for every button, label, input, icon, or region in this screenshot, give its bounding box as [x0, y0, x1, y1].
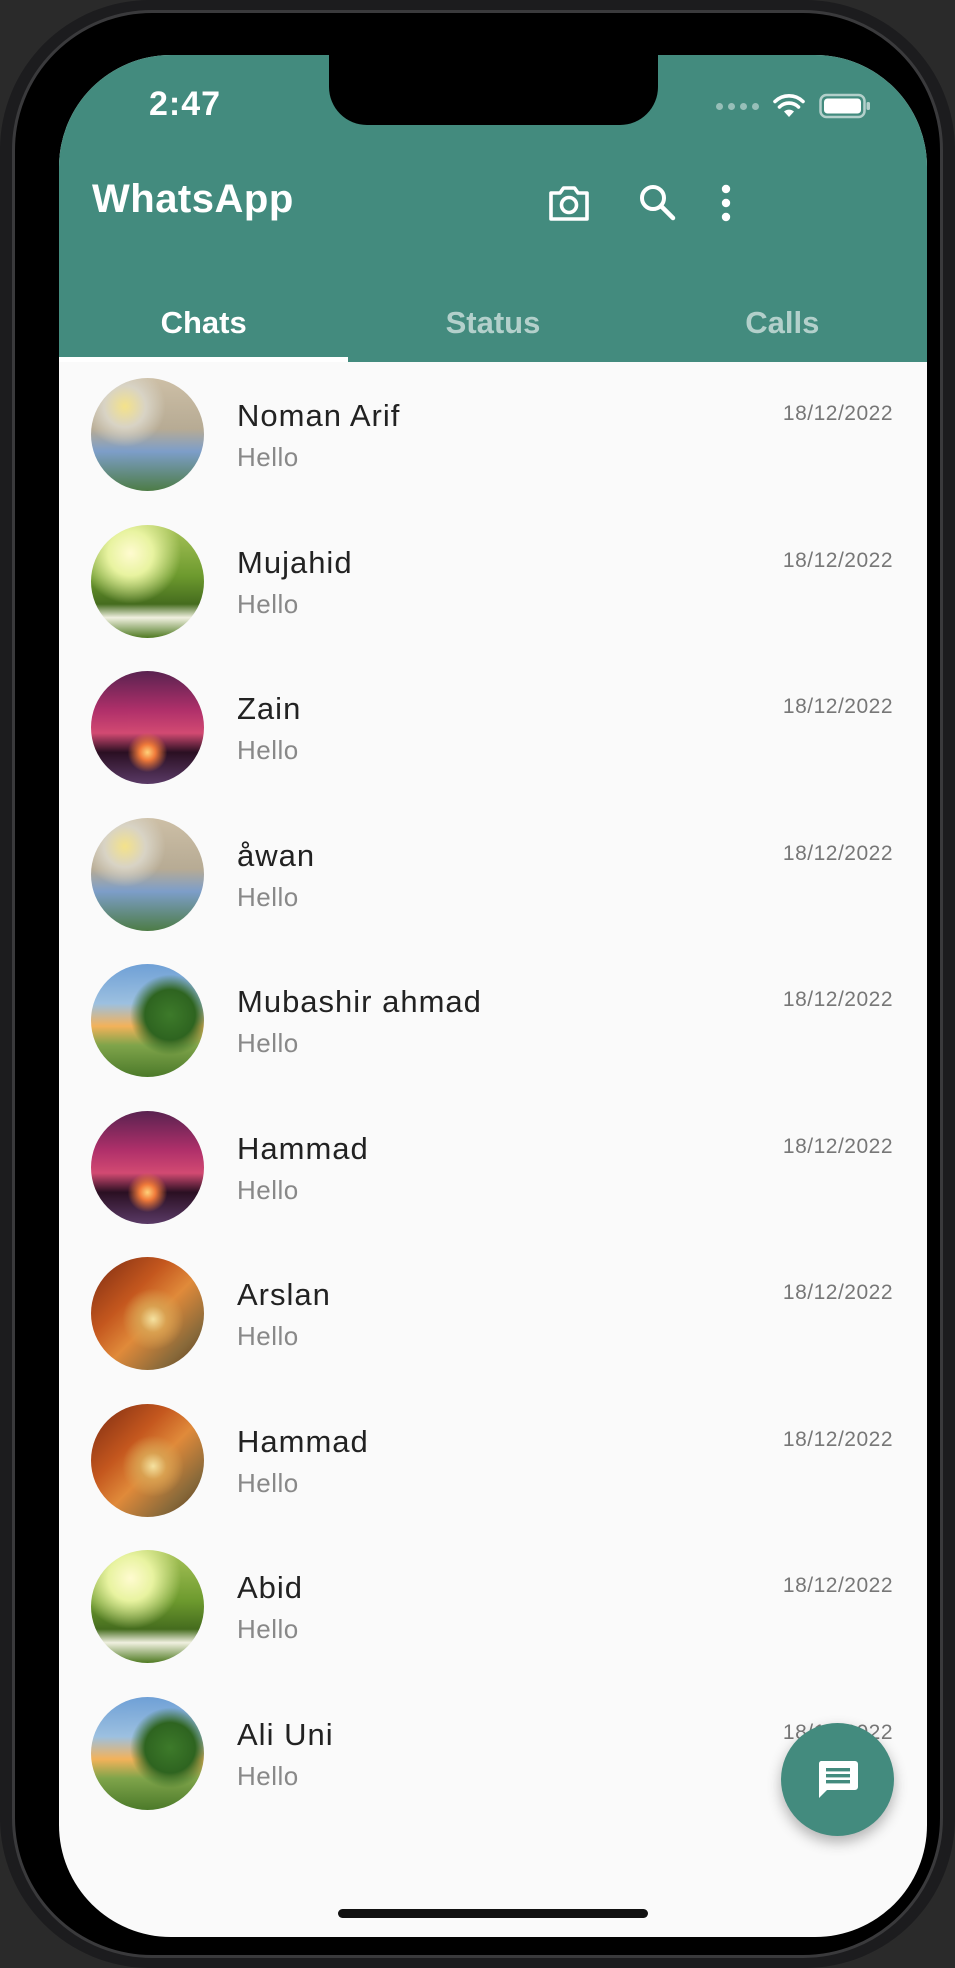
search-icon [640, 185, 676, 221]
chat-name: Noman Arif [237, 398, 401, 433]
chat-item[interactable]: Mubashir ahmad Hello 18/12/2022 [59, 948, 927, 1095]
avatar[interactable] [91, 964, 204, 1077]
avatar[interactable] [91, 1403, 204, 1517]
chat-item[interactable]: Mujahid Hello 18/12/2022 [59, 509, 927, 656]
avatar[interactable] [91, 378, 204, 491]
chat-last-message: Hello [237, 1760, 299, 1791]
chat-last-message: Hello [237, 588, 299, 619]
avatar[interactable] [91, 524, 204, 638]
chat-last-message: Hello [237, 442, 299, 472]
avatar[interactable] [91, 817, 204, 931]
app-title: WhatsApp [92, 177, 294, 221]
avatar[interactable] [91, 1696, 204, 1810]
chat-last-message: Hello [237, 1174, 299, 1205]
chat-name: Hammad [237, 1130, 369, 1166]
chat-date: 18/12/2022 [782, 988, 893, 1011]
chat-date: 18/12/2022 [782, 695, 893, 718]
chat-date: 18/12/2022 [782, 1134, 893, 1158]
chat-date: 18/12/2022 [782, 841, 893, 865]
chat-name: åwan [237, 837, 316, 873]
tab-bar: Chats Status Calls [59, 287, 927, 362]
phone-frame: 2:47 WhatsApp Chats Status Calls Noman A… [0, 0, 955, 1968]
battery-icon [819, 93, 870, 119]
chat-last-message: Hello [237, 1321, 299, 1351]
chat-name: Mubashir ahmad [237, 984, 482, 1019]
chat-item[interactable]: Arslan Hello 18/12/2022 [59, 1241, 927, 1388]
chat-name: Zain [237, 691, 302, 726]
chat-date: 18/12/2022 [782, 548, 893, 572]
avatar[interactable] [91, 1257, 204, 1370]
chat-name: Mujahid [237, 544, 353, 580]
message-icon [818, 1760, 858, 1798]
screen: 2:47 WhatsApp Chats Status Calls Noman A… [59, 55, 927, 1937]
phone-bezel: 2:47 WhatsApp Chats Status Calls Noman A… [12, 10, 943, 1958]
avatar[interactable] [91, 1550, 204, 1663]
chat-last-message: Hello [237, 881, 299, 912]
camera-button[interactable] [545, 179, 593, 227]
new-chat-button[interactable] [781, 1723, 894, 1836]
chat-name: Abid [237, 1570, 304, 1605]
chat-name: Arslan [237, 1277, 331, 1312]
chat-item[interactable]: Hammad Hello 18/12/2022 [59, 1095, 927, 1242]
chat-name: Hammad [237, 1423, 369, 1459]
tab-chats[interactable]: Chats [59, 287, 349, 362]
chat-item[interactable]: Hammad Hello 18/12/2022 [59, 1388, 927, 1535]
chat-date: 18/12/2022 [782, 1281, 893, 1304]
chat-last-message: Hello [237, 1614, 299, 1644]
chat-item[interactable]: Zain Hello 18/12/2022 [59, 655, 927, 802]
camera-icon [549, 186, 589, 221]
notch [329, 55, 658, 125]
tab-status[interactable]: Status [348, 287, 637, 362]
chat-item[interactable]: Abid Hello 18/12/2022 [59, 1534, 927, 1681]
cellular-signal-icon [716, 102, 759, 110]
chat-item[interactable]: Noman Arif Hello 18/12/2022 [59, 362, 927, 509]
chat-name: Ali Uni [237, 1716, 334, 1752]
chat-last-message: Hello [237, 1028, 299, 1058]
chat-last-message: Hello [237, 735, 299, 765]
tab-calls[interactable]: Calls [638, 287, 927, 362]
chat-item[interactable]: åwan Hello 18/12/2022 [59, 802, 927, 949]
status-time: 2:47 [149, 85, 222, 123]
chat-date: 18/12/2022 [782, 402, 893, 425]
search-button[interactable] [634, 179, 682, 227]
chat-date: 18/12/2022 [782, 1574, 893, 1597]
chat-list: Noman Arif Hello 18/12/2022 Mujahid Hell… [59, 362, 927, 1827]
wifi-icon [773, 94, 805, 117]
more-options-button[interactable] [702, 179, 750, 227]
home-indicator[interactable] [338, 1909, 648, 1918]
avatar[interactable] [91, 671, 204, 784]
status-icons [716, 91, 871, 121]
more-vert-icon [721, 184, 731, 222]
chat-date: 18/12/2022 [782, 1427, 893, 1451]
chat-last-message: Hello [237, 1467, 299, 1498]
avatar[interactable] [91, 1110, 204, 1224]
